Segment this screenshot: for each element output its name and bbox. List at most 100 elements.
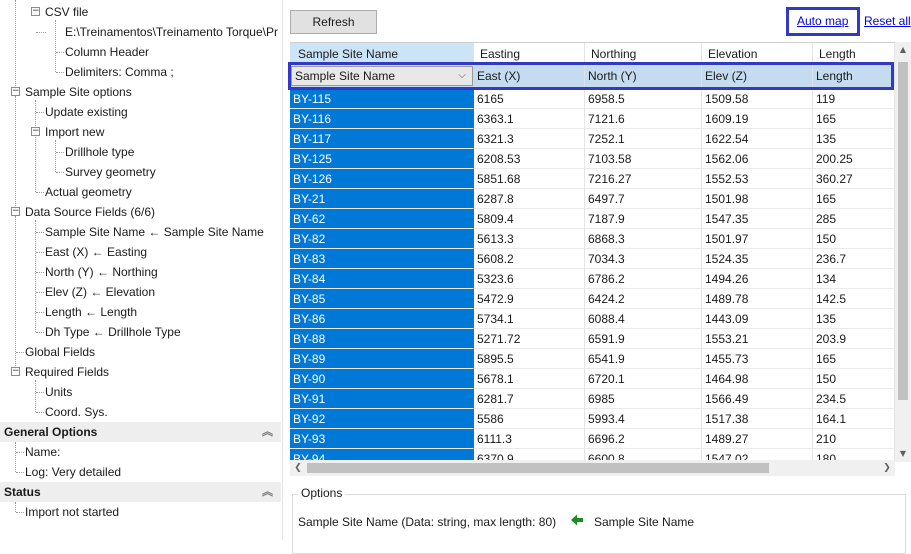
table-cell[interactable]: BY-125 [290,149,474,169]
scroll-right-arrow-icon[interactable]: ❯ [879,460,895,476]
table-cell[interactable]: BY-86 [290,309,474,329]
table-cell[interactable]: BY-115 [290,89,474,109]
table-cell[interactable]: 1489.27 [702,429,813,449]
table-cell[interactable]: 5323.6 [474,269,585,289]
table-cell[interactable]: BY-117 [290,129,474,149]
table-row[interactable]: BY-116 6363.1 7121.6 1609.19 165 [290,109,895,129]
table-cell[interactable]: 119 [813,89,895,109]
table-cell[interactable]: 1553.21 [702,329,813,349]
table-cell[interactable]: 5993.4 [585,409,702,429]
table-cell[interactable]: 1501.97 [702,229,813,249]
table-cell[interactable]: BY-90 [290,369,474,389]
table-cell[interactable]: 6208.53 [474,149,585,169]
table-cell[interactable]: 5608.2 [474,249,585,269]
table-cell[interactable]: 5809.4 [474,209,585,229]
table-cell[interactable]: 150 [813,369,895,389]
table-cell[interactable]: 142.5 [813,289,895,309]
table-cell[interactable]: 1609.19 [702,109,813,129]
table-row[interactable]: BY-117 6321.3 7252.1 1622.54 135 [290,129,895,149]
minus-box-icon[interactable]: − [11,87,20,96]
minus-box-icon[interactable]: − [11,367,20,376]
table-cell[interactable]: 1562.06 [702,149,813,169]
table-cell[interactable]: 236.7 [813,249,895,269]
table-cell[interactable]: 1547.35 [702,209,813,229]
table-cell[interactable]: 285 [813,209,895,229]
table-cell[interactable]: 135 [813,309,895,329]
table-cell[interactable]: 6696.2 [585,429,702,449]
table-cell[interactable]: 360.27 [813,169,895,189]
table-cell[interactable]: 6281.7 [474,389,585,409]
table-cell[interactable]: BY-89 [290,349,474,369]
table-cell[interactable]: 6321.3 [474,129,585,149]
table-row[interactable]: BY-93 6111.3 6696.2 1489.27 210 [290,429,895,449]
table-row[interactable]: BY-92 5586 5993.4 1517.38 164.1 [290,409,895,429]
table-row[interactable]: BY-115 6165 6958.5 1509.58 119 [290,89,895,109]
table-cell[interactable]: BY-21 [290,189,474,209]
table-row[interactable]: BY-84 5323.6 6786.2 1494.26 134 [290,269,895,289]
minus-box-icon[interactable]: − [31,7,40,16]
table-row[interactable]: BY-89 5895.5 6541.9 1455.73 165 [290,349,895,369]
table-cell[interactable]: 5472.9 [474,289,585,309]
table-cell[interactable]: 7103.58 [585,149,702,169]
table-cell[interactable]: 164.1 [813,409,895,429]
table-cell[interactable]: 7252.1 [585,129,702,149]
table-row[interactable]: BY-85 5472.9 6424.2 1489.78 142.5 [290,289,895,309]
table-cell[interactable]: BY-82 [290,229,474,249]
table-row[interactable]: BY-86 5734.1 6088.4 1443.09 135 [290,309,895,329]
table-cell[interactable]: 1517.38 [702,409,813,429]
column-header-easting[interactable]: Easting [474,43,585,65]
table-row[interactable]: BY-82 5613.3 6868.3 1501.97 150 [290,229,895,249]
general-options-header[interactable]: General Options ︽ [0,422,281,442]
table-cell[interactable]: BY-92 [290,409,474,429]
table-cell[interactable]: 1566.49 [702,389,813,409]
target-field-length[interactable]: Length [813,65,895,87]
table-cell[interactable]: 6958.5 [585,89,702,109]
table-cell[interactable]: 6088.4 [585,309,702,329]
table-cell[interactable]: 7034.3 [585,249,702,269]
table-cell[interactable]: 135 [813,129,895,149]
table-cell[interactable]: 5851.68 [474,169,585,189]
table-cell[interactable]: 165 [813,349,895,369]
refresh-button[interactable]: Refresh [290,10,377,34]
target-field-dropdown[interactable]: Sample Site Name ⌵ [291,66,473,86]
table-cell[interactable]: 6497.7 [585,189,702,209]
field-mapping-grid[interactable]: Sample Site Name Easting Northing Elevat… [290,42,895,462]
table-cell[interactable]: 6424.2 [585,289,702,309]
table-cell[interactable]: 1501.98 [702,189,813,209]
scroll-down-arrow-icon[interactable]: ▼ [895,446,911,462]
table-cell[interactable]: BY-62 [290,209,474,229]
table-cell[interactable]: 6985 [585,389,702,409]
table-cell[interactable]: 6165 [474,89,585,109]
table-cell[interactable]: 200.25 [813,149,895,169]
table-cell[interactable]: 1494.26 [702,269,813,289]
table-cell[interactable]: 234.5 [813,389,895,409]
double-chevron-up-icon[interactable]: ︽ [262,422,273,442]
table-cell[interactable]: 165 [813,109,895,129]
minus-box-icon[interactable]: − [11,207,20,216]
horizontal-scrollbar[interactable]: ❮ ❯ [290,460,895,476]
table-cell[interactable]: BY-93 [290,429,474,449]
column-header-northing[interactable]: Northing [585,43,702,65]
double-chevron-up-icon[interactable]: ︽ [262,482,273,502]
table-cell[interactable]: BY-85 [290,289,474,309]
column-header-length[interactable]: Length [813,43,895,65]
table-cell[interactable]: BY-84 [290,269,474,289]
table-cell[interactable]: 5271.72 [474,329,585,349]
table-cell[interactable]: 6786.2 [585,269,702,289]
table-cell[interactable]: 6111.3 [474,429,585,449]
table-cell[interactable]: 5613.3 [474,229,585,249]
column-header-elevation[interactable]: Elevation [702,43,813,65]
table-cell[interactable]: 6720.1 [585,369,702,389]
reset-all-link[interactable]: Reset all [864,14,911,28]
table-cell[interactable]: BY-83 [290,249,474,269]
table-cell[interactable]: 1509.58 [702,89,813,109]
table-cell[interactable]: BY-116 [290,109,474,129]
chevron-down-icon[interactable]: ⌵ [455,67,469,85]
table-cell[interactable]: 1455.73 [702,349,813,369]
table-cell[interactable]: 6363.1 [474,109,585,129]
table-cell[interactable]: 7121.6 [585,109,702,129]
table-cell[interactable]: 1552.53 [702,169,813,189]
table-cell[interactable]: BY-91 [290,389,474,409]
target-field-elev[interactable]: Elev (Z) [702,65,813,87]
table-cell[interactable]: 6868.3 [585,229,702,249]
